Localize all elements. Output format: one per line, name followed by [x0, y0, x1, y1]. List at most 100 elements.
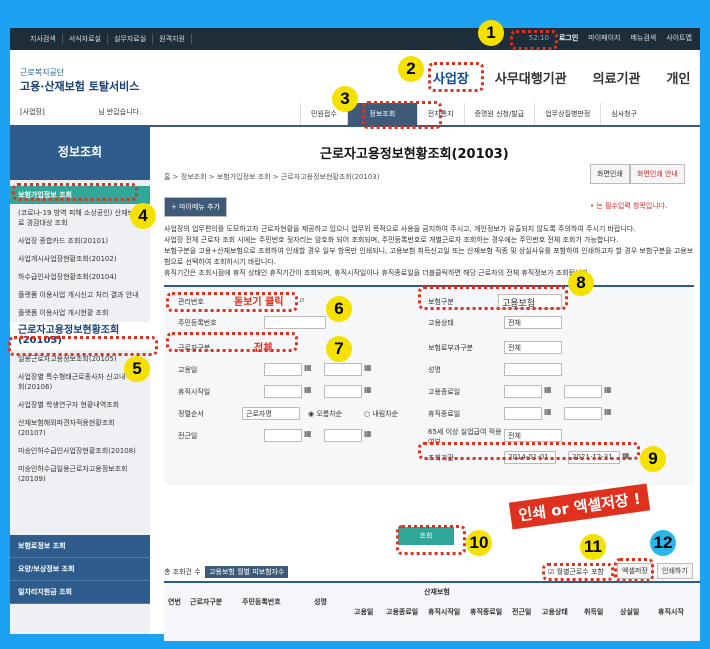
top-link[interactable]: 메뉴검색 [630, 33, 656, 43]
transfer-from[interactable] [264, 429, 302, 442]
calendar-icon[interactable]: ▦ [364, 385, 372, 394]
highlight-search [396, 525, 466, 555]
submenu-item[interactable]: 심사청구 [600, 103, 647, 125]
required-note: • 는 필수입력 항목입니다. [590, 202, 668, 210]
leave-start-from[interactable] [264, 385, 302, 398]
notice-item: 보험구분을 고용+산재보험으로 조회하여 인쇄할 경우 일부 항목만 인쇄되니,… [164, 247, 694, 266]
highlight-worker-employment [8, 336, 158, 356]
highlight-ins-type [418, 286, 568, 310]
sidebar-item[interactable]: 플랫폼 이용사업 개시현황 조회 [10, 304, 150, 322]
emp-state-select[interactable]: 전체 [504, 316, 562, 329]
site-logo[interactable]: 근로복지공단 고용·산재보험 토탈서비스 [20, 67, 139, 94]
sort-desc-radio[interactable]: ○ 내림차순 [364, 409, 398, 419]
calendar-icon[interactable]: ▦ [364, 429, 372, 438]
col-header: 고용상태 [542, 608, 568, 616]
logo-main: 고용·산재보험 토탈서비스 [20, 80, 140, 93]
add-my-menu-button[interactable]: + 마이메뉴 추가 [164, 197, 227, 217]
sidebar-item[interactable]: 사업장별 학생연구자 현황내역조회 [10, 396, 150, 414]
sidebar-item[interactable]: 하수급인사업장현황조회(20104) [10, 268, 150, 286]
col-header: 고용일 [354, 608, 374, 616]
sidebar-compensation[interactable]: 요양/보상정보 조회 [10, 558, 150, 581]
transfer-to[interactable] [324, 429, 362, 442]
rrn-input[interactable] [264, 316, 326, 329]
highlight-login [510, 30, 558, 50]
top-link[interactable]: 서식자료실 [63, 34, 108, 44]
calendar-icon[interactable]: ▦ [304, 429, 312, 438]
nav-agency[interactable]: 사무대행기관 [482, 68, 580, 87]
sidebar-job-subsidy[interactable]: 일자리지원금 조회 [10, 581, 150, 604]
emp-end-from[interactable] [504, 385, 542, 398]
sort-select[interactable]: 근로자명 [242, 407, 300, 420]
group-header: 산재보험 [424, 588, 450, 596]
notice-list: 사업장의 업무편의를 도모하고자 근로자현황을 제공하고 있으니 업무외 목적으… [164, 224, 694, 279]
sidebar-item[interactable]: 산재보험해외파견자적용현황조회(20107) [10, 414, 150, 442]
breadcrumb: 홈 > 정보조회 > 보험가입정보 조회 > 근로자고용정보현황조회(20103… [164, 173, 380, 181]
hire-date-from[interactable] [264, 363, 302, 376]
notice-item: 사업장 전체 근로자 조회 시에는 주민번호 뒷자리는 암호화 되어 조회되며,… [164, 236, 619, 244]
print-guide-button[interactable]: 화면인쇄 안내 [630, 164, 685, 184]
calendar-icon[interactable]: ▦ [604, 385, 612, 394]
top-link[interactable]: 지사검색 [24, 34, 63, 44]
step-badge: 8 [568, 270, 594, 296]
leave-start-label: 휴직시작일 [178, 388, 211, 396]
submenu-item[interactable]: 업무상질병판정 [534, 103, 600, 125]
sidebar-item[interactable]: 미승인하수급일용근로자고용정보조회(20109) [10, 460, 150, 488]
sort-asc-radio[interactable]: ◉ 오름차순 [308, 409, 342, 419]
step-badge: 11 [580, 534, 606, 560]
sidebar-item[interactable]: 플랫폼 이용사업 개시신고 처리 결과 안내 [10, 286, 150, 304]
col-header: 취득일 [584, 608, 604, 616]
calendar-icon[interactable]: ▦ [304, 363, 312, 372]
over65-select[interactable]: 전체 [504, 429, 562, 442]
welcome-text: [사업장] 님 반갑습니다. [20, 108, 142, 116]
nav-personal[interactable]: 개인 [654, 68, 704, 87]
leave-start-to[interactable] [324, 385, 362, 398]
sidebar-premium[interactable]: 보험료정보 조회 [10, 535, 150, 558]
calendar-icon[interactable]: ▦ [304, 385, 312, 394]
col-header: 근로자구분 [190, 598, 223, 606]
sidebar-item[interactable]: (코로나-19 방역 피해 소상공인) 산재보험료 경감대상 조회 [10, 204, 150, 232]
highlight-business [428, 62, 484, 92]
highlight-monthly [542, 563, 614, 581]
monthly-tab[interactable]: 고용보험 월별 피보험자수 [205, 566, 289, 578]
nav-medical[interactable]: 의료기관 [580, 68, 654, 87]
result-table: 산재보험 연번 근로자구분 주민등록번호 성명 고용일 고용종료일 휴직시작일 … [164, 581, 700, 641]
step-badge: 5 [124, 356, 150, 382]
calendar-icon[interactable]: ▦ [364, 363, 372, 372]
col-header: 휴직시작 [658, 608, 684, 616]
step-badge: 1 [478, 20, 504, 46]
name-input[interactable] [504, 363, 562, 376]
logo-sub: 근로복지공단 [20, 68, 65, 77]
emp-end-to[interactable] [564, 385, 602, 398]
levy-select[interactable]: 전체 [504, 341, 562, 354]
col-header: 전근일 [512, 608, 532, 616]
notice-item: 사업장의 업무편의를 도모하고자 근로자현황을 제공하고 있으니 업무외 목적으… [164, 225, 636, 233]
calendar-icon[interactable]: ▦ [604, 407, 612, 416]
top-link[interactable]: 실무자료실 [108, 34, 154, 44]
sort-label: 정렬순서 [178, 410, 204, 418]
leave-end-from[interactable] [504, 407, 542, 420]
leave-end-label: 휴직종료일 [428, 410, 461, 418]
hire-date-to[interactable] [324, 363, 362, 376]
calendar-icon[interactable]: ▦ [544, 385, 552, 394]
sidebar-title: 정보조회 [10, 125, 150, 180]
leave-end-to[interactable] [564, 407, 602, 420]
print-button[interactable]: 인쇄하기 [657, 563, 693, 579]
print-screen-button[interactable]: 화면인쇄 [590, 164, 630, 184]
top-link[interactable]: 사이트맵 [666, 33, 692, 43]
col-header: 고용종료일 [386, 608, 419, 616]
top-link[interactable]: 원격지원 [153, 34, 192, 44]
col-header: 주민등록번호 [242, 598, 281, 606]
submenu-item[interactable]: 증명원 신청/발급 [463, 103, 535, 125]
calendar-icon[interactable]: ▦ [544, 407, 552, 416]
col-header: 휴직시작일 [428, 608, 461, 616]
login-link[interactable]: 로그인 [559, 33, 578, 43]
col-header: 휴직종료일 [470, 608, 503, 616]
highlight-period [418, 442, 640, 460]
sidebar-item[interactable]: 미승인하수급인사업장현황조회(20108) [10, 442, 150, 460]
emp-end-label: 고용종료일 [428, 388, 461, 396]
top-link[interactable]: 마이페이지 [588, 33, 620, 43]
transfer-label: 전근일 [178, 432, 198, 440]
search-icon[interactable]: ⌕ [299, 293, 305, 307]
sidebar-item[interactable]: 사업개시사업장현황조회(20102) [10, 250, 150, 268]
sidebar-item[interactable]: 사업장 종합카드 조회(20101) [10, 232, 150, 250]
